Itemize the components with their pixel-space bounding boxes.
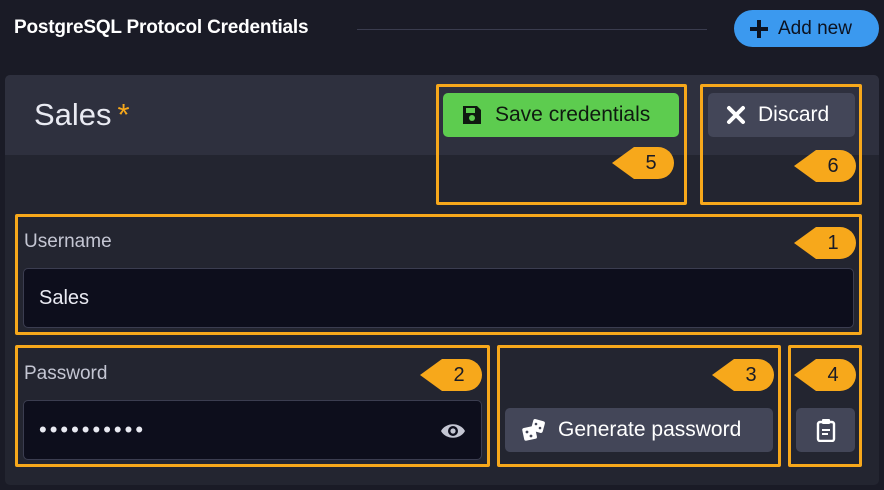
callout-5: 5 (612, 145, 676, 181)
callout-6: 6 (794, 148, 858, 184)
callout-2: 2 (420, 357, 484, 393)
highlight-password (15, 345, 490, 467)
unsaved-indicator: * (117, 97, 130, 132)
callout-1: 1 (794, 225, 858, 261)
add-new-label: Add new (778, 17, 852, 39)
credential-name: Sales * (34, 97, 130, 133)
callout-4: 4 (794, 357, 858, 393)
highlight-discard (700, 84, 862, 205)
plus-icon (750, 19, 768, 38)
callout-3: 3 (712, 357, 776, 393)
highlight-username (15, 214, 862, 335)
page-title: PostgreSQL Protocol Credentials (14, 17, 309, 38)
add-new-button[interactable]: Add new (734, 10, 879, 47)
header-divider (357, 29, 707, 30)
credential-name-text: Sales (34, 97, 112, 132)
